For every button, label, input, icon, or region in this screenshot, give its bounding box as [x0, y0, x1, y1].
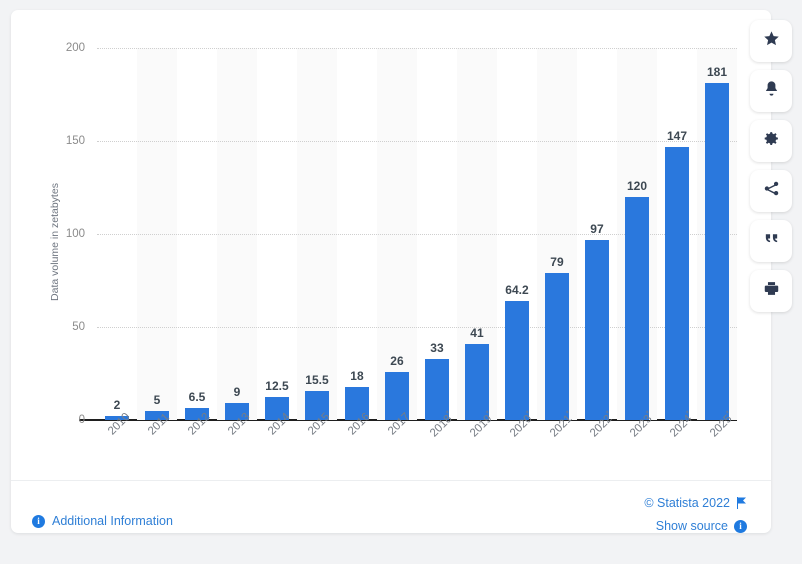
info-icon: i: [734, 519, 747, 533]
share-button[interactable]: [750, 170, 792, 212]
bar-value-label: 26: [390, 353, 404, 368]
bar[interactable]: 15.5 2015: [304, 373, 333, 437]
side-toolbar: [750, 20, 796, 312]
bar-value-label: 41: [470, 325, 484, 340]
bar-value-label: 2: [113, 398, 121, 413]
y-axis-tick: 150: [65, 135, 85, 147]
show-source-link[interactable]: Show source i: [644, 519, 747, 533]
x-axis-tick: 2011: [145, 411, 172, 438]
bar-value-label: 181: [706, 65, 727, 80]
y-axis-tick: 200: [65, 42, 85, 54]
bar[interactable]: 18 2016: [344, 369, 373, 437]
bar[interactable]: 9 2013: [224, 385, 253, 437]
gridline: [97, 48, 737, 49]
bar-value-label: 79: [550, 255, 564, 270]
x-axis-tick: 2018*: [427, 408, 455, 440]
bar[interactable]: 33 2018*: [424, 341, 455, 439]
x-axis-tick: 2010: [105, 410, 133, 438]
x-axis-tick: 2022*: [587, 408, 615, 440]
bar[interactable]: 120 2023*: [624, 179, 655, 439]
gridline: [97, 141, 737, 142]
x-axis-tick: 2020*: [507, 408, 535, 440]
bar-value-label: 147: [666, 128, 687, 143]
bar[interactable]: 147 2024*: [664, 129, 695, 439]
additional-information-label: Additional Information: [52, 514, 173, 528]
bar[interactable]: 41 2019*: [464, 326, 495, 439]
bar[interactable]: 64.2 2020*: [504, 283, 535, 439]
y-axis-tick: 100: [65, 228, 85, 240]
bar[interactable]: 79 2021*: [544, 255, 575, 439]
chart-footer: i Additional Information © Statista 2022…: [11, 480, 771, 533]
x-axis-tick: 2017: [385, 410, 413, 438]
bar[interactable]: 12.5 2014: [264, 379, 293, 437]
bar-value-label: 15.5: [305, 373, 329, 388]
copyright-label: © Statista 2022: [644, 496, 730, 510]
x-axis-tick: 2014: [265, 410, 293, 438]
show-source-label: Show source: [655, 519, 728, 533]
bar[interactable]: 26 2017: [384, 354, 413, 437]
bar-value-label: 6.5: [188, 389, 206, 404]
cite-button[interactable]: [750, 220, 792, 262]
footer-divider: [11, 480, 771, 481]
x-axis-tick: 2013: [225, 410, 253, 438]
bar[interactable]: 2 2010: [104, 398, 133, 437]
bar-value-label: 18: [350, 368, 364, 383]
y-axis-tick: 50: [72, 321, 85, 333]
x-axis-tick: 2016: [345, 410, 373, 438]
statista-chart-page: Data volume in zetabytes 0 50 100 150 200 2 20…: [0, 0, 802, 564]
quote-icon: [763, 230, 780, 252]
bar[interactable]: 97 2022*: [584, 222, 615, 439]
additional-information-link[interactable]: i Additional Information: [32, 514, 173, 528]
x-axis-tick: 2012: [185, 410, 213, 438]
chart-area: Data volume in zetabytes 0 50 100 150 200 2 20…: [11, 10, 771, 480]
print-icon: [763, 280, 780, 302]
y-axis-tick: 0: [78, 414, 85, 426]
bar-value-label: 9: [233, 385, 241, 400]
bar-value-label: 12.5: [265, 378, 289, 393]
bar-value-label: 97: [590, 221, 604, 236]
bar[interactable]: 6.5 2012: [184, 390, 213, 437]
flag-icon: [736, 497, 747, 509]
bar-value-label: 5: [153, 392, 161, 407]
copyright: © Statista 2022: [644, 496, 747, 510]
chart-card: Data volume in zetabytes 0 50 100 150 200 2 20…: [11, 10, 771, 533]
y-axis-label: Data volume in zetabytes: [49, 183, 61, 301]
bar-value-label: 64.2: [505, 282, 529, 297]
bar[interactable]: 5 2011: [144, 393, 172, 437]
share-icon: [763, 180, 780, 202]
info-icon: i: [32, 514, 45, 528]
star-icon: [763, 30, 780, 52]
bar[interactable]: 181 2025*: [704, 65, 735, 439]
alert-button[interactable]: [750, 70, 792, 112]
x-axis-tick: 2015: [305, 410, 333, 438]
bell-icon: [763, 80, 780, 102]
settings-button[interactable]: [750, 120, 792, 162]
print-button[interactable]: [750, 270, 792, 312]
favorite-button[interactable]: [750, 20, 792, 62]
x-axis-tick: 2024*: [667, 408, 695, 440]
footer-right: © Statista 2022 Show source i: [644, 496, 747, 533]
bar-value-label: 120: [626, 178, 647, 193]
bar-value-label: 33: [430, 340, 444, 355]
gear-icon: [763, 130, 780, 152]
plot-region: 0 50 100 150 200 2 2010 5 2011 6.5 2012 9 2013 12.5 20…: [66, 42, 737, 439]
